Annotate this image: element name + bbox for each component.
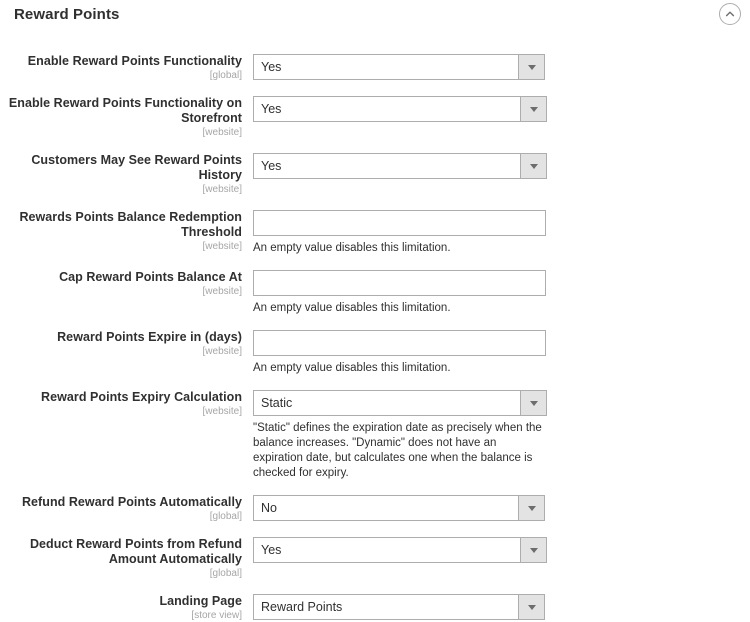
select-value-enable-reward-points-functionality: Yes [261, 60, 282, 74]
field-control-col: Yes [242, 153, 750, 179]
caret-glyph [529, 547, 538, 553]
chevron-down-icon[interactable] [518, 595, 544, 619]
field-label-col: Rewards Points Balance Redemption Thresh… [0, 210, 242, 253]
field-row-reward-points-expiry-calculation: Reward Points Expiry Calculation [website… [0, 390, 750, 481]
field-control-col: Static "Static" defines the expiration da… [242, 390, 750, 481]
field-label-enable-reward-points-functionality: Enable Reward Points Functionality [27, 54, 242, 68]
select-value-enable-reward-points-functionality-on-storefront: Yes [261, 102, 282, 116]
field-control-col: An empty value disables this limitation. [242, 210, 750, 256]
field-label-col: Reward Points Expire in (days) [website] [0, 330, 242, 358]
field-label-refund-reward-points-automatically: Refund Reward Points Automatically [21, 495, 242, 509]
select-enable-reward-points-functionality[interactable]: Yes [253, 54, 545, 80]
field-note-reward-points-expiry-calculation: "Static" defines the expiration date as … [253, 422, 542, 479]
field-row-reward-points-expire-in-days: Reward Points Expire in (days) [website] A… [0, 330, 750, 376]
field-label-col: Customers May See Reward Points History [… [0, 153, 242, 196]
field-row-rewards-points-balance-redemption-threshold: Rewards Points Balance Redemption Thresh… [0, 210, 750, 256]
page-title: Reward Points [14, 6, 120, 23]
select-refund-reward-points-automatically[interactable]: No [253, 495, 545, 521]
field-note-cap-reward-points-balance-at: An empty value disables this limitation. [253, 302, 451, 314]
select-landing-page[interactable]: Reward Points [253, 594, 545, 620]
field-label-cap-reward-points-balance-at: Cap Reward Points Balance At [59, 270, 242, 284]
field-label-customers-may-see-reward-points-history: Customers May See Reward Points History [31, 153, 242, 182]
field-scope-customers-may-see-reward-points-history: [website] [202, 184, 242, 195]
field-row-refund-reward-points-automatically: Refund Reward Points Automatically [globa… [0, 495, 750, 523]
select-deduct-reward-points-from-refund-amount-automatically[interactable]: Yes [253, 537, 547, 563]
caret-glyph [529, 163, 538, 169]
input-reward-points-expire-in-days[interactable] [253, 330, 546, 356]
field-label-deduct-reward-points-from-refund-amount-automatically: Deduct Reward Points from Refund Amount … [29, 537, 242, 566]
field-label-col: Reward Points Expiry Calculation [website… [0, 390, 242, 418]
field-scope-rewards-points-balance-redemption-threshold: [website] [202, 241, 242, 252]
field-row-deduct-reward-points-from-refund-amount-automatically: Deduct Reward Points from Refund Amount … [0, 537, 750, 580]
field-row-enable-reward-points-functionality: Enable Reward Points Functionality [globa… [0, 54, 750, 82]
field-label-col: Refund Reward Points Automatically [globa… [0, 495, 242, 523]
field-label-reward-points-expiry-calculation: Reward Points Expiry Calculation [41, 390, 242, 404]
field-label-col: Enable Reward Points Functionality [globa… [0, 54, 242, 82]
field-control-col: Reward Points [242, 594, 750, 620]
chevron-down-icon[interactable] [520, 97, 546, 121]
select-value-refund-reward-points-automatically: No [261, 501, 277, 515]
select-value-reward-points-expiry-calculation: Static [261, 396, 293, 410]
caret-glyph [527, 505, 536, 511]
caret-glyph [529, 400, 538, 406]
caret-glyph [529, 106, 538, 112]
field-label-col: Deduct Reward Points from Refund Amount … [0, 537, 242, 580]
field-scope-reward-points-expiry-calculation: [website] [202, 406, 242, 417]
field-label-reward-points-expire-in-days: Reward Points Expire in (days) [57, 330, 242, 344]
chevron-down-icon[interactable] [520, 154, 546, 178]
select-value-landing-page: Reward Points [261, 600, 343, 614]
select-value-customers-may-see-reward-points-history: Yes [261, 159, 282, 173]
chevron-down-icon[interactable] [520, 538, 546, 562]
chevron-down-icon[interactable] [520, 391, 546, 415]
field-scope-enable-reward-points-functionality: [global] [209, 70, 242, 81]
caret-glyph [527, 64, 536, 70]
select-reward-points-expiry-calculation[interactable]: Static [253, 390, 547, 416]
field-label-col: Enable Reward Points Functionality on St… [0, 96, 242, 139]
reward-points-fieldset: Enable Reward Points Functionality [globa… [0, 54, 750, 622]
field-scope-landing-page: [store view] [191, 610, 242, 621]
field-control-col: Yes [242, 537, 750, 563]
field-row-customers-may-see-reward-points-history: Customers May See Reward Points History [… [0, 153, 750, 196]
field-control-col: Yes [242, 54, 750, 80]
chevron-up-circle-icon[interactable] [719, 3, 741, 25]
field-control-col: An empty value disables this limitation. [242, 330, 750, 376]
field-row-cap-reward-points-balance-at: Cap Reward Points Balance At [website] An … [0, 270, 750, 316]
input-rewards-points-balance-redemption-threshold[interactable] [253, 210, 546, 236]
field-label-rewards-points-balance-redemption-threshold: Rewards Points Balance Redemption Thresh… [19, 210, 242, 239]
field-control-col: An empty value disables this limitation. [242, 270, 750, 316]
chevron-down-icon[interactable] [518, 496, 544, 520]
field-note-reward-points-expire-in-days: An empty value disables this limitation. [253, 362, 451, 374]
input-cap-reward-points-balance-at[interactable] [253, 270, 546, 296]
field-label-enable-reward-points-functionality-on-storefront: Enable Reward Points Functionality on St… [8, 96, 242, 125]
field-scope-refund-reward-points-automatically: [global] [209, 511, 242, 522]
caret-glyph [527, 604, 536, 610]
field-row-enable-reward-points-functionality-on-storefront: Enable Reward Points Functionality on St… [0, 96, 750, 139]
field-scope-enable-reward-points-functionality-on-storefront: [website] [202, 127, 242, 138]
field-scope-cap-reward-points-balance-at: [website] [202, 286, 242, 297]
section-header[interactable]: Reward Points [0, 0, 750, 30]
field-label-col: Cap Reward Points Balance At [website] [0, 270, 242, 298]
field-scope-reward-points-expire-in-days: [website] [202, 346, 242, 357]
field-scope-deduct-reward-points-from-refund-amount-automatically: [global] [209, 568, 242, 579]
header-content-spacer [0, 30, 750, 54]
select-customers-may-see-reward-points-history[interactable]: Yes [253, 153, 547, 179]
field-control-col: No [242, 495, 750, 521]
chevron-down-icon[interactable] [518, 55, 544, 79]
field-label-col: Landing Page [store view] [0, 594, 242, 622]
field-row-landing-page: Landing Page [store view] Reward Points [0, 594, 750, 622]
field-note-rewards-points-balance-redemption-threshold: An empty value disables this limitation. [253, 242, 451, 254]
field-control-col: Yes [242, 96, 750, 122]
select-enable-reward-points-functionality-on-storefront[interactable]: Yes [253, 96, 547, 122]
select-value-deduct-reward-points-from-refund-amount-automatically: Yes [261, 543, 282, 557]
